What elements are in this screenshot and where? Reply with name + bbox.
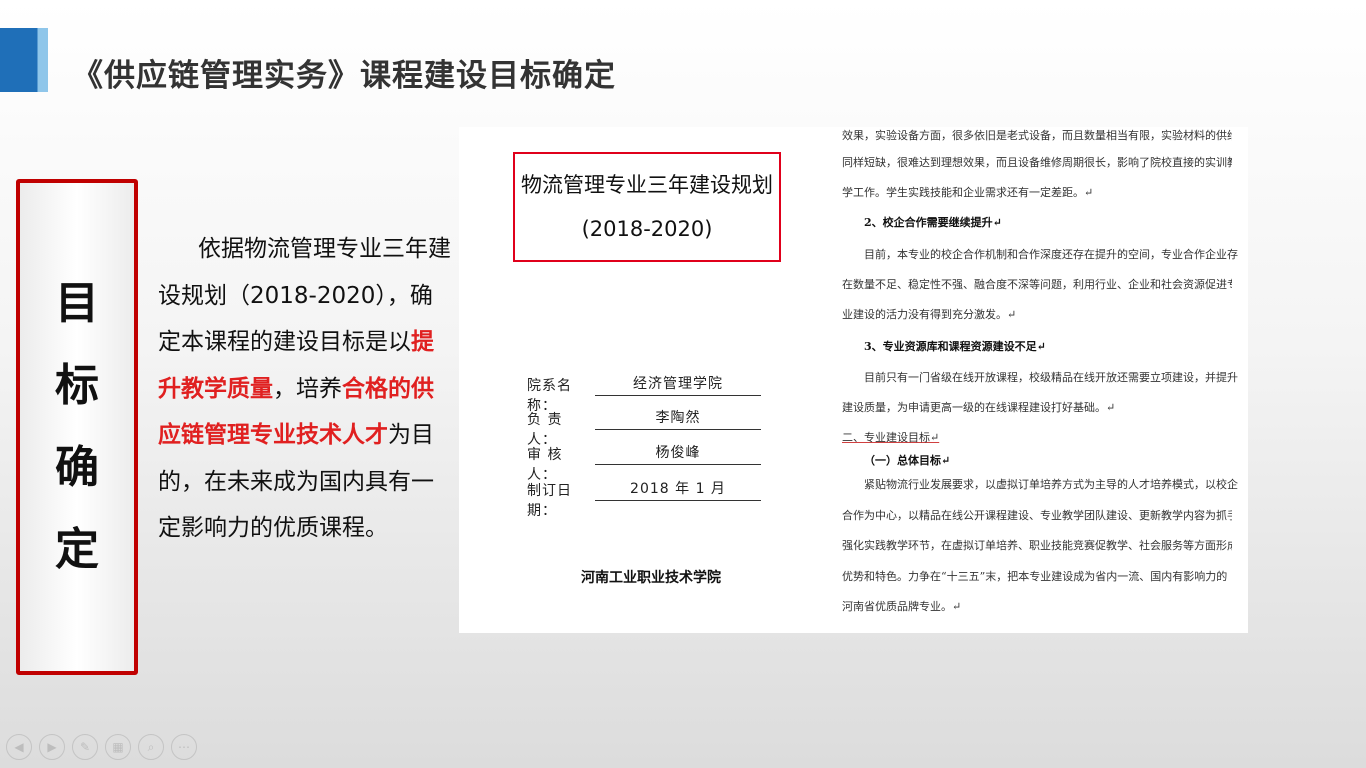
goal-label-char: 目 (55, 278, 99, 329)
slide-overview-button[interactable]: ▦ (105, 734, 131, 760)
document-text-line: 在数量不足、稳定性不强、融合度不深等问题，利用行业、企业和社会资源促进专 (842, 278, 1232, 291)
document-text-line: 合作为中心，以精品在线公开课程建设、专业教学团队建设、更新教学内容为抓手， (842, 509, 1232, 522)
goal-label-char: 定 (55, 524, 99, 575)
document-text-line: 优势和特色。力争在“十三五”末，把本专业建设成为省内一流、国内有影响力的 (842, 570, 1228, 583)
goal-label-char: 确 (55, 442, 99, 493)
document-text-line: 强化实践教学环节，在虚拟订单培养、职业技能竞赛促教学、社会服务等方面形成 (842, 539, 1232, 552)
form-row-reviewer: 审 核 人： 杨俊峰 (527, 444, 761, 484)
document-text-line: 目前只有一门省级在线开放课程，校级精品在线开放还需要立项建设，并提升 (864, 371, 1238, 384)
form-row-date: 制订日期： 2018 年 1 月 (527, 480, 761, 520)
more-icon: ⋯ (178, 740, 190, 754)
document-years: (2018-2020) (581, 217, 713, 241)
course-goal-description: 依据物流管理专业三年建设规划（2018-2020），确定本课程的建设目标是以提升… (158, 226, 454, 552)
document-text-line: 3、专业资源库和课程资源建设不足↵ (864, 340, 1046, 353)
magnifier-icon: ⌕ (147, 739, 155, 754)
document-title-box: 物流管理专业三年建设规划 (2018-2020) (513, 152, 781, 262)
description-text: ，培养 (273, 375, 342, 402)
plan-document-image: 物流管理专业三年建设规划 (2018-2020) 院系名称： 经济管理学院 负 … (459, 127, 1248, 633)
form-label: 审 核 人： (527, 447, 563, 483)
document-text-line: （一）总体目标↵ (864, 454, 951, 467)
form-value: 李陶然 (595, 407, 761, 430)
document-text-line: 二、专业建设目标↵ (842, 431, 940, 444)
description-text: 依据物流管理专业三年建设规划（2018-2020），确定本课程的建设目标是以 (158, 236, 451, 355)
form-label: 制订日期： (527, 483, 572, 519)
goal-label-char: 标 (55, 360, 99, 411)
pen-tool-button[interactable]: ✎ (72, 734, 98, 760)
next-slide-button[interactable]: ▶ (39, 734, 65, 760)
document-text-line: 业建设的活力没有得到充分激发。↵ (842, 308, 1017, 321)
zoom-button[interactable]: ⌕ (138, 734, 164, 760)
document-text-line: 效果，实验设备方面，很多依旧是老式设备，而且数量相当有限，实验材料的供给 (842, 129, 1232, 142)
right-arrow-icon: ▶ (47, 740, 57, 754)
more-options-button[interactable]: ⋯ (171, 734, 197, 760)
slide-title: 《供应链管理实务》课程建设目标确定 (72, 58, 616, 94)
document-text-line: 学工作。学生实践技能和企业需求还有一定差距。↵ (842, 186, 1094, 199)
document-text-line: 河南省优质品牌专业。↵ (842, 600, 962, 613)
document-text-line: 紧贴物流行业发展要求，以虚拟订单培养方式为主导的人才培养模式，以校企 (864, 478, 1238, 491)
form-row-owner: 负 责 人： 李陶然 (527, 409, 761, 449)
grid-icon: ▦ (112, 740, 124, 754)
title-accent-bar (0, 28, 48, 92)
document-text-line: 目前，本专业的校企合作机制和合作深度还存在提升的空间，专业合作企业存 (864, 248, 1238, 261)
document-text-line: 同样短缺，很难达到理想效果，而且设备维修周期很长，影响了院校直接的实训教 (842, 156, 1232, 169)
document-text-line: 建设质量，为申请更高一级的在线课程建设打好基础。↵ (842, 401, 1116, 414)
form-value: 杨俊峰 (595, 442, 761, 465)
prev-slide-button[interactable]: ◀ (6, 734, 32, 760)
left-arrow-icon: ◀ (14, 740, 24, 754)
slideshow-toolbar: ◀ ▶ ✎ ▦ ⌕ ⋯ (6, 734, 197, 760)
goal-label-box: 目 标 确 定 (16, 179, 138, 675)
document-text-line: 2、校企合作需要继续提升↵ (864, 216, 1002, 229)
school-name: 河南工业职业技术学院 (581, 570, 721, 586)
pen-icon: ✎ (79, 740, 91, 754)
form-value: 2018 年 1 月 (595, 478, 761, 501)
form-label: 负 责 人： (527, 412, 563, 448)
form-value: 经济管理学院 (595, 373, 761, 396)
document-title: 物流管理专业三年建设规划 (521, 173, 773, 197)
